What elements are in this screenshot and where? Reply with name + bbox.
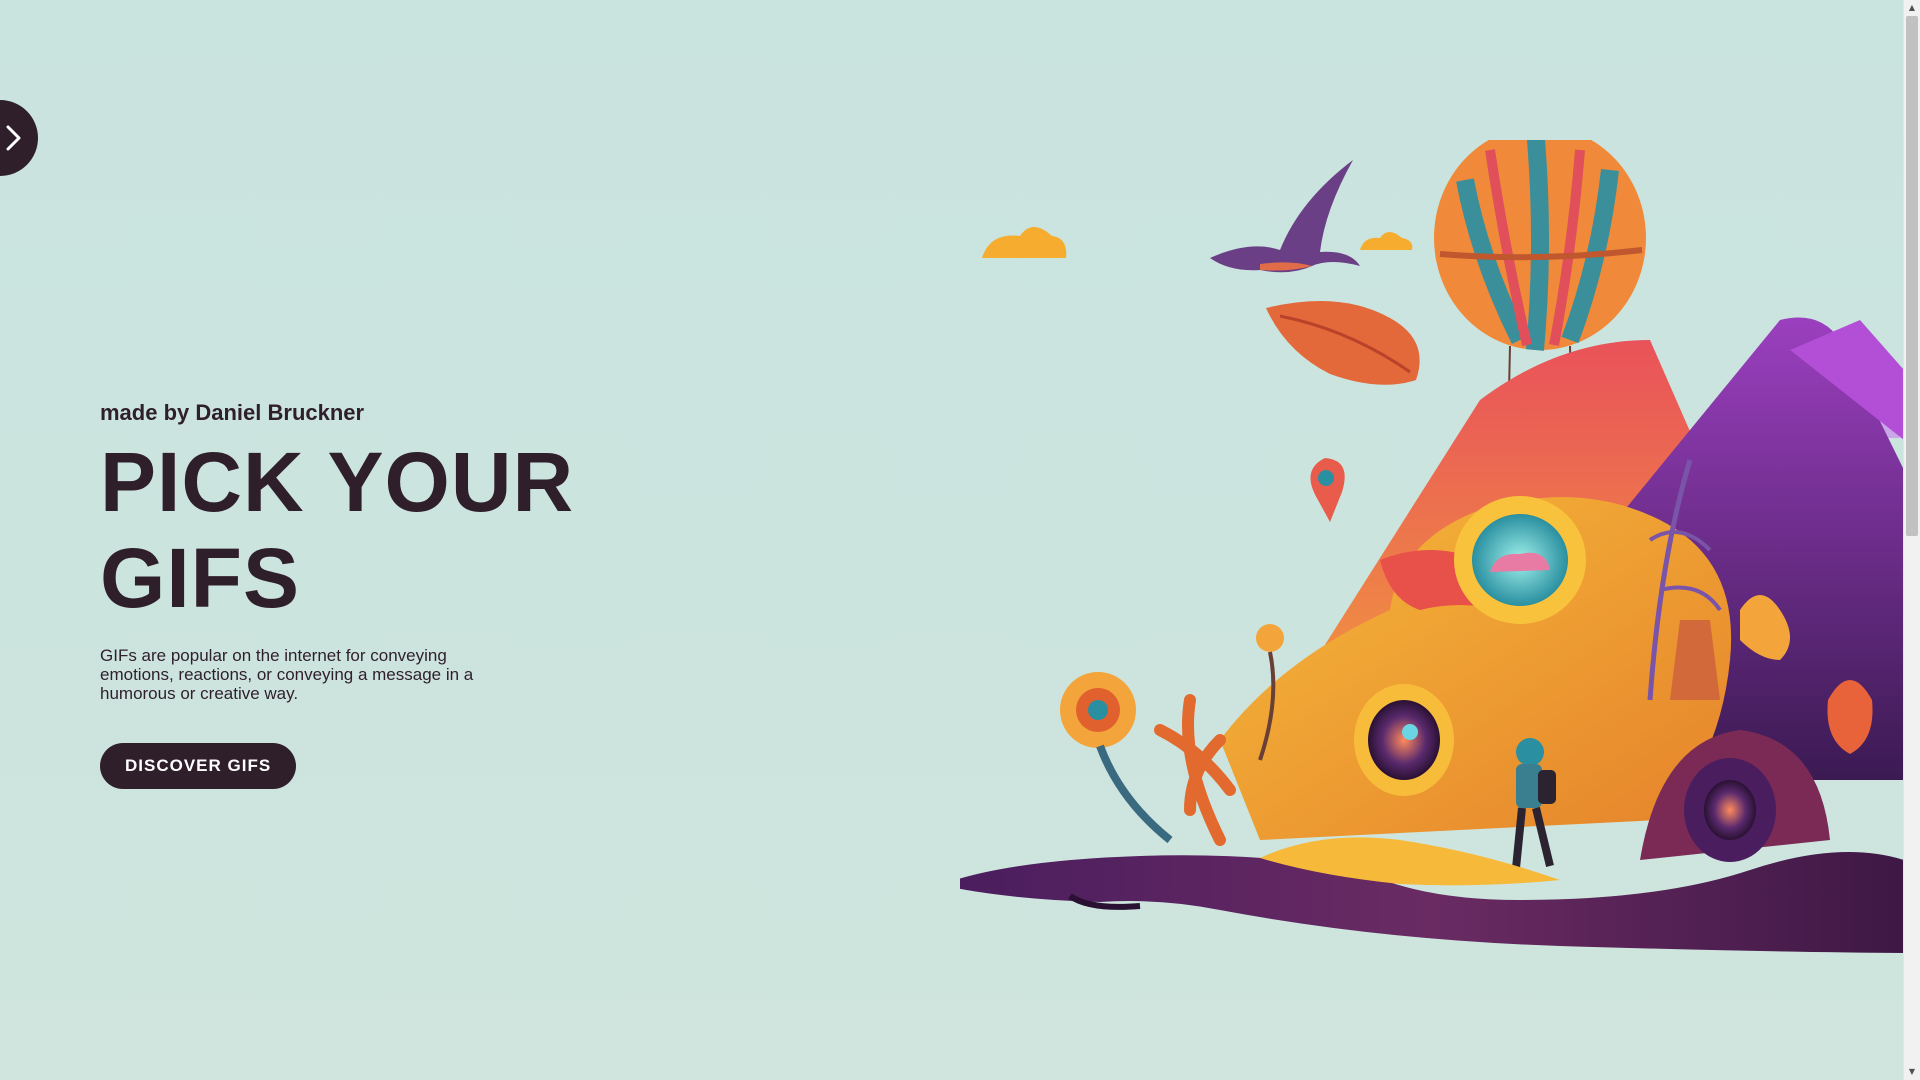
sidebar-toggle-button[interactable] — [0, 100, 38, 176]
hero-description: GIFs are popular on the internet for con… — [100, 646, 474, 703]
landing-page: made by Daniel Bruckner PICK YOUR GIFS G… — [0, 0, 1920, 1080]
vertical-scrollbar[interactable]: ▲ ▼ — [1903, 0, 1920, 1080]
author-byline: made by Daniel Bruckner — [100, 400, 365, 425]
hero-section: made by Daniel Bruckner PICK YOUR GIFS G… — [100, 400, 660, 789]
discover-gifs-button[interactable]: DISCOVER GIFS — [100, 743, 297, 789]
title-line-1: PICK YOUR — [100, 435, 575, 529]
title-line-2: GIFS — [100, 531, 301, 625]
page-title: PICK YOUR GIFS — [100, 434, 660, 626]
fantasy-landscape-illustration — [960, 140, 1904, 953]
scroll-thumb[interactable] — [1906, 16, 1918, 536]
chevron-right-icon — [6, 125, 21, 151]
scroll-down-arrow-icon[interactable]: ▼ — [1904, 1064, 1920, 1080]
scroll-up-arrow-icon[interactable]: ▲ — [1904, 0, 1920, 16]
